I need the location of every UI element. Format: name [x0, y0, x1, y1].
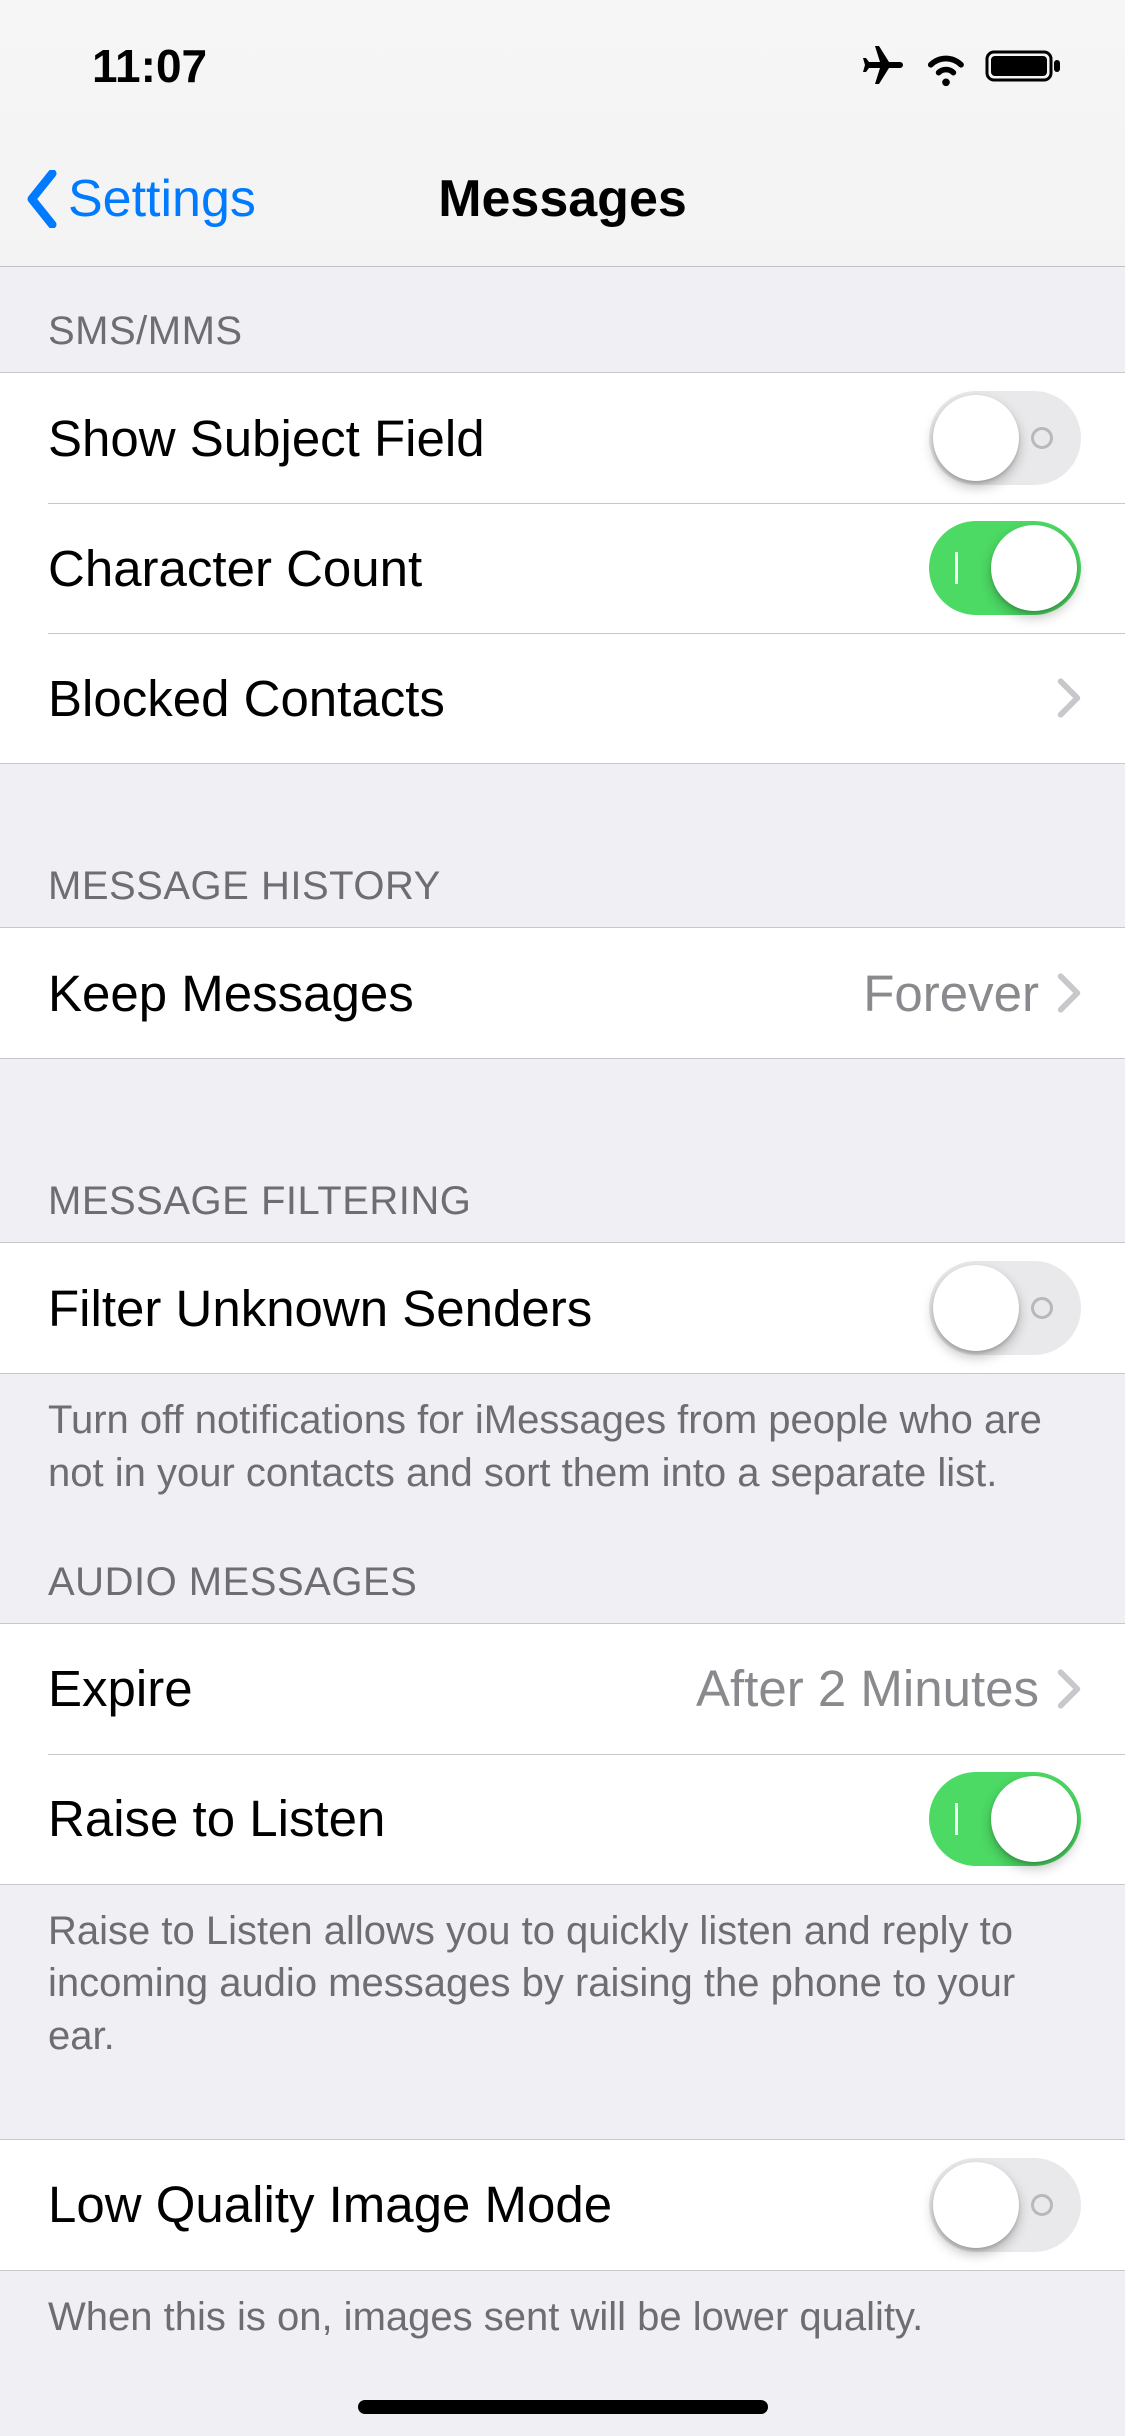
chevron-left-icon [24, 170, 60, 228]
row-value-expire: After 2 Minutes [696, 1659, 1039, 1718]
section-header-audio: AUDIO MESSAGES [0, 1520, 1125, 1623]
group-history: Keep Messages Forever [0, 927, 1125, 1059]
chevron-right-icon [1057, 973, 1081, 1013]
row-expire[interactable]: Expire After 2 Minutes [0, 1624, 1125, 1754]
row-raise-to-listen[interactable]: Raise to Listen [0, 1754, 1125, 1884]
row-blocked-contacts[interactable]: Blocked Contacts [0, 633, 1125, 763]
nav-bar: Settings Messages [0, 132, 1125, 266]
status-icons [859, 42, 1065, 90]
section-header-history: MESSAGE HISTORY [0, 764, 1125, 927]
toggle-low-quality-image-mode[interactable] [929, 2158, 1081, 2252]
row-show-subject-field[interactable]: Show Subject Field [0, 373, 1125, 503]
row-keep-messages[interactable]: Keep Messages Forever [0, 928, 1125, 1058]
row-label: Blocked Contacts [48, 669, 1057, 728]
section-header-sms: SMS/MMS [0, 267, 1125, 372]
chevron-right-icon [1057, 1669, 1081, 1709]
wifi-icon [923, 43, 969, 89]
row-label: Show Subject Field [48, 409, 929, 468]
row-filter-unknown-senders[interactable]: Filter Unknown Senders [0, 1243, 1125, 1373]
row-value-keep-messages: Forever [863, 964, 1039, 1023]
footer-low-quality: When this is on, images sent will be low… [0, 2271, 1125, 2364]
battery-icon [985, 46, 1065, 86]
group-sms: Show Subject Field Character Count Block… [0, 372, 1125, 764]
row-low-quality-image-mode[interactable]: Low Quality Image Mode [0, 2140, 1125, 2270]
group-low-quality: Low Quality Image Mode [0, 2139, 1125, 2271]
row-label: Low Quality Image Mode [48, 2175, 929, 2234]
row-label: Raise to Listen [48, 1789, 929, 1848]
group-audio: Expire After 2 Minutes Raise to Listen [0, 1623, 1125, 1885]
group-filtering: Filter Unknown Senders [0, 1242, 1125, 1374]
toggle-show-subject-field[interactable] [929, 391, 1081, 485]
footer-audio: Raise to Listen allows you to quickly li… [0, 1885, 1125, 2083]
status-time: 11:07 [92, 39, 207, 93]
section-header-filtering: MESSAGE FILTERING [0, 1059, 1125, 1242]
toggle-filter-unknown-senders[interactable] [929, 1261, 1081, 1355]
back-label: Settings [68, 169, 256, 229]
airplane-mode-icon [859, 42, 907, 90]
chevron-right-icon [1057, 678, 1081, 718]
toggle-raise-to-listen[interactable] [929, 1772, 1081, 1866]
home-indicator [358, 2400, 768, 2414]
toggle-character-count[interactable] [929, 521, 1081, 615]
row-character-count[interactable]: Character Count [0, 503, 1125, 633]
back-button[interactable]: Settings [24, 169, 256, 229]
row-label: Character Count [48, 539, 929, 598]
footer-filtering: Turn off notifications for iMessages fro… [0, 1374, 1125, 1520]
row-label: Filter Unknown Senders [48, 1279, 929, 1338]
status-bar: 11:07 [0, 0, 1125, 132]
row-label: Keep Messages [48, 964, 863, 1023]
row-label: Expire [48, 1659, 696, 1718]
